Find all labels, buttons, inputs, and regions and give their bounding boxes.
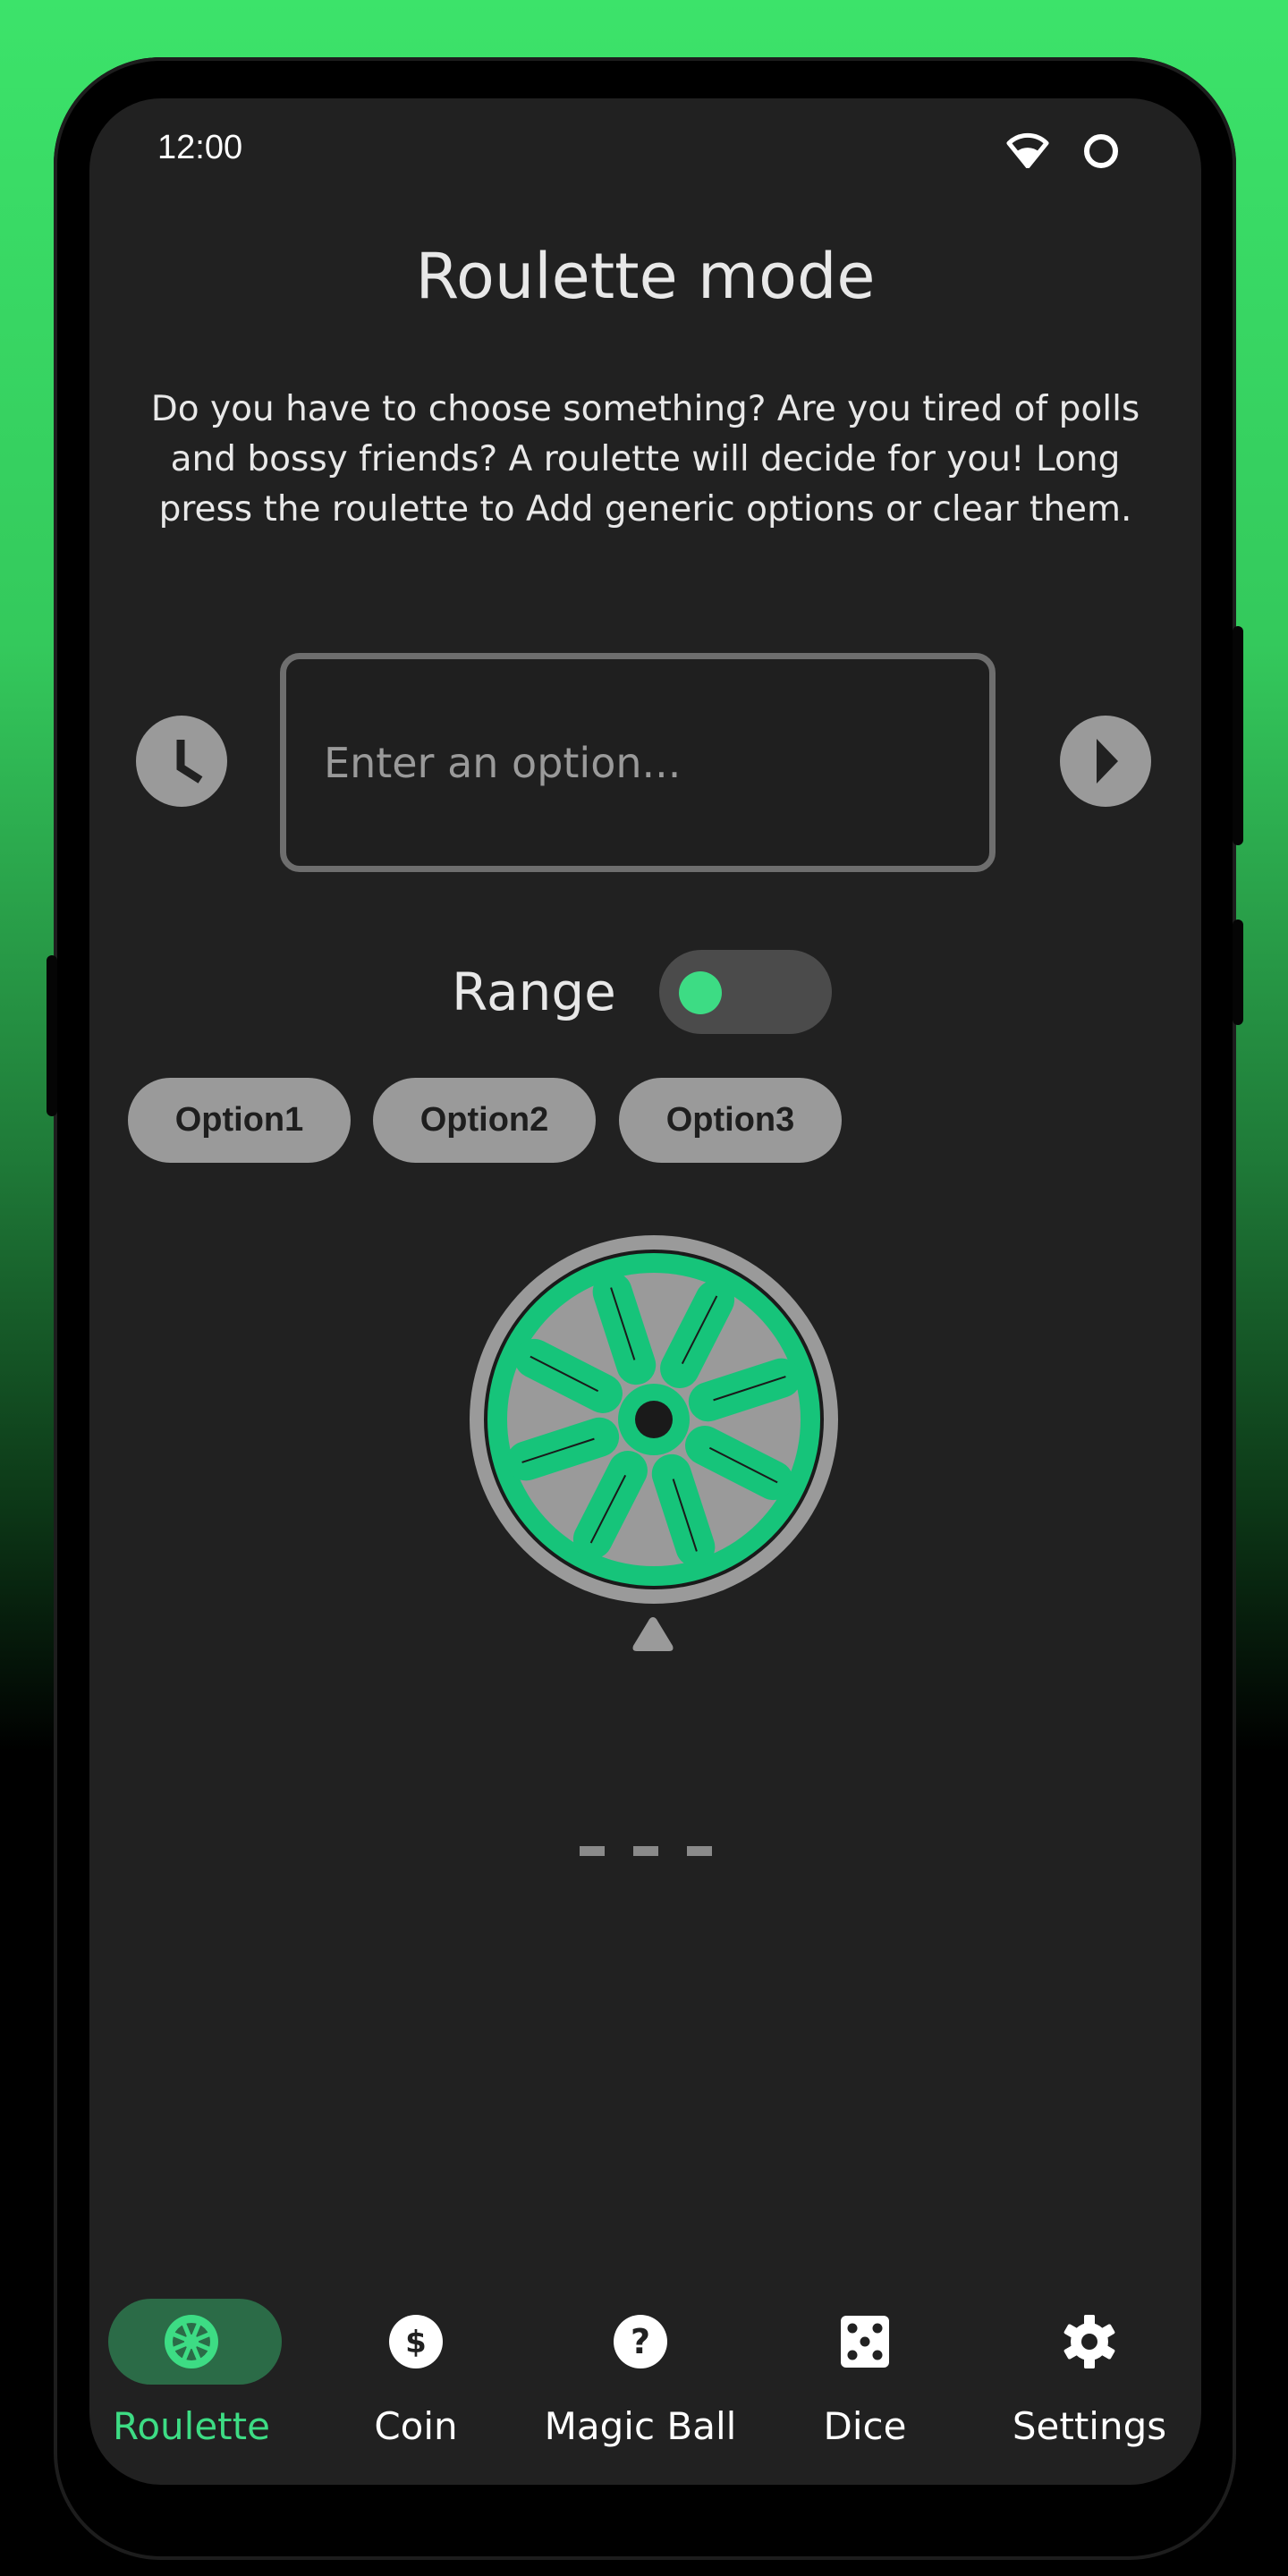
wifi-icon <box>1006 132 1049 168</box>
option-chip[interactable]: Option1 <box>128 1078 351 1163</box>
left-side-button <box>47 955 57 1116</box>
nav-item-magic-ball[interactable]: ? Magic Ball <box>545 2299 736 2451</box>
question-circle-icon: ? <box>614 2315 667 2368</box>
option-input[interactable] <box>322 737 989 788</box>
page-description: Do you have to choose something? Are you… <box>150 389 1140 530</box>
result-dash <box>633 1846 658 1856</box>
nav-item-coin[interactable]: $ Coin <box>326 2299 505 2451</box>
result-dash <box>580 1846 605 1856</box>
nav-item-dice[interactable]: Dice <box>775 2299 954 2451</box>
triangle-pointer-icon <box>632 1617 674 1651</box>
svg-text:?: ? <box>631 2322 650 2361</box>
dice-five-icon <box>841 2316 889 2368</box>
power-button <box>1233 626 1243 845</box>
play-arrow-icon <box>1097 739 1118 784</box>
nav-label-magic-ball: Magic Ball <box>544 2404 737 2448</box>
option-input-field[interactable] <box>280 653 996 872</box>
status-time: 12:00 <box>157 129 243 166</box>
dollar-coin-icon: $ <box>389 2315 443 2368</box>
volume-button <box>1233 919 1243 1025</box>
option-chip[interactable]: Option2 <box>373 1078 596 1163</box>
nav-label-dice: Dice <box>823 2404 907 2448</box>
result-dash <box>687 1846 712 1856</box>
clock-icon <box>176 740 203 784</box>
nav-label-roulette: Roulette <box>113 2404 270 2448</box>
nav-item-roulette[interactable]: Roulette <box>102 2299 282 2451</box>
history-button[interactable] <box>136 716 227 807</box>
svg-text:$: $ <box>405 2325 427 2360</box>
roulette-wheel[interactable] <box>463 1229 844 1610</box>
gear-icon <box>1063 2315 1115 2368</box>
nav-label-coin: Coin <box>374 2404 458 2448</box>
nav-item-settings[interactable]: Settings <box>1000 2299 1179 2451</box>
toggle-knob <box>679 971 722 1014</box>
range-toggle[interactable] <box>659 950 832 1034</box>
battery-circle-icon <box>1084 134 1118 168</box>
range-label: Range <box>452 962 616 1022</box>
roulette-icon <box>165 2315 218 2368</box>
add-option-button[interactable] <box>1060 716 1151 807</box>
page-title: Roulette mode <box>415 240 876 313</box>
wheel-center <box>635 1401 673 1438</box>
app-screen: 12:00 Roulette mode Do you have to choos… <box>89 98 1201 2485</box>
option-chip[interactable]: Option3 <box>619 1078 842 1163</box>
nav-label-settings: Settings <box>1012 2404 1167 2448</box>
